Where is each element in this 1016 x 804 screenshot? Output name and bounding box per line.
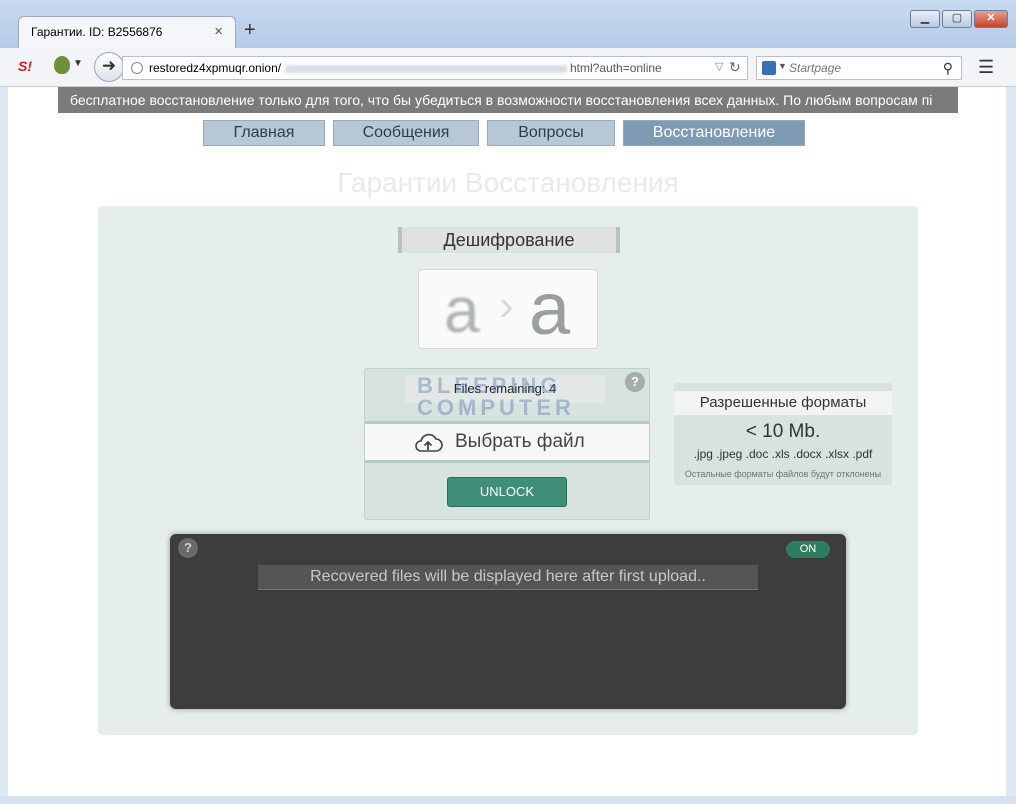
recovered-files-message: Recovered files will be displayed here a…: [258, 565, 758, 590]
browser-toolbar: S! ▼ ➜ restoredz4xpmuqr.onion/ html?auth…: [0, 48, 1016, 87]
new-tab-icon[interactable]: +: [244, 19, 256, 42]
browser-tab[interactable]: Гарантии. ID: B2556876 ×: [18, 16, 236, 48]
chevron-down-icon[interactable]: ▼: [73, 58, 83, 69]
formats-size-limit: < 10 Mb.: [745, 421, 821, 442]
reload-icon[interactable]: ↻: [729, 59, 741, 76]
allowed-formats-box: Разрешенные форматы < 10 Mb. .jpg .jpeg …: [674, 383, 892, 485]
maximize-button[interactable]: ▢: [942, 10, 972, 28]
upload-box: Files remaining: 4 BLEEPING COMPUTER ? В…: [364, 368, 650, 520]
tor-onion-icon[interactable]: [54, 56, 70, 74]
url-path: html?auth=online: [570, 61, 662, 75]
search-icon[interactable]: ⚲: [943, 60, 953, 77]
url-dropdown-icon[interactable]: ▽: [715, 60, 723, 73]
formats-title: Разрешенные форматы: [674, 391, 892, 415]
help-icon[interactable]: ?: [178, 538, 198, 558]
page-title: Гарантии Восстановления: [337, 167, 679, 198]
back-arrow-icon: ➜: [101, 56, 117, 75]
tab-messages[interactable]: Сообщения: [333, 120, 479, 146]
search-box[interactable]: ▼ Startpage ⚲: [756, 56, 962, 80]
tab-close-icon[interactable]: ×: [214, 23, 223, 40]
hamburger-menu-icon[interactable]: ☰: [978, 57, 994, 78]
tab-home[interactable]: Главная: [203, 120, 325, 146]
window-titlebar: Гарантии. ID: B2556876 × + ▁ ▢ ✕: [0, 0, 1016, 48]
search-engine-icon[interactable]: [762, 61, 776, 75]
decrypt-illustration: a › a: [418, 269, 598, 349]
tab-questions[interactable]: Вопросы: [487, 120, 615, 146]
back-button[interactable]: ➜: [94, 52, 124, 82]
search-input[interactable]: Startpage: [789, 61, 841, 75]
url-host: restoredz4xpmuqr.onion/: [149, 61, 282, 75]
address-bar[interactable]: restoredz4xpmuqr.onion/ html?auth=online…: [122, 56, 748, 80]
cloud-upload-icon: [415, 433, 443, 452]
choose-file-button[interactable]: Выбрать файл: [365, 421, 649, 463]
watermark-logo: BLEEPING COMPUTER: [417, 373, 575, 420]
on-toggle[interactable]: ON: [786, 541, 830, 558]
startpage-logo-icon[interactable]: S!: [18, 58, 32, 74]
arrow-right-icon: ›: [499, 281, 514, 330]
tab-recovery[interactable]: Восстановление: [623, 120, 805, 146]
url-redacted: [285, 65, 567, 73]
tab-title: Гарантии. ID: B2556876: [31, 25, 163, 39]
info-banner: бесплатное восстановление только для тог…: [58, 87, 958, 113]
formats-note: Остальные форматы файлов будут отклонены: [684, 469, 882, 479]
recovered-files-panel: ? ON Recovered files will be displayed h…: [170, 534, 846, 709]
recovery-panel: Дешифрование a › a Files remaining: 4 BL…: [98, 206, 918, 735]
minimize-button[interactable]: ▁: [910, 10, 940, 28]
choose-file-label: Выбрать файл: [455, 431, 585, 452]
decrypted-glyph: a: [529, 267, 571, 350]
unlock-button[interactable]: UNLOCK: [447, 477, 567, 507]
globe-icon: [131, 62, 143, 74]
window-bottom-border: [0, 796, 1016, 804]
help-icon[interactable]: ?: [625, 372, 645, 392]
formats-extensions: .jpg .jpeg .doc .xls .docx .xlsx .pdf: [693, 447, 873, 461]
decrypt-heading: Дешифрование: [398, 227, 620, 253]
close-window-button[interactable]: ✕: [974, 10, 1008, 28]
encrypted-glyph: a: [444, 274, 480, 346]
search-engine-chevron-icon[interactable]: ▼: [778, 61, 787, 71]
page-viewport: бесплатное восстановление только для тог…: [8, 87, 1006, 796]
